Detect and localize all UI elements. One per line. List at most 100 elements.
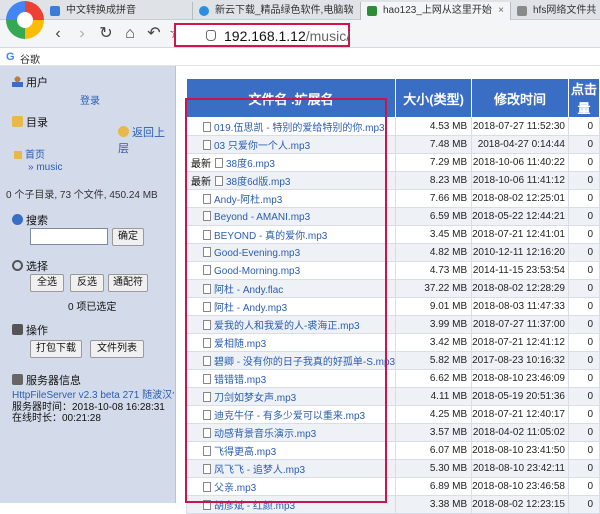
table-row[interactable]: 最新 38度6d版.mp3 8.23 MB 2018-10-06 11:41:12 0 — [185, 171, 600, 190]
file-link[interactable]: Andy-阿杜.mp3 — [214, 195, 282, 206]
file-link[interactable]: 飞得更高.mp3 — [214, 447, 276, 458]
file-hits: 0 — [567, 243, 600, 262]
file-size: 3.99 MB — [395, 315, 473, 334]
file-hits: 0 — [567, 279, 600, 298]
file-size: 4.53 MB — [395, 117, 473, 136]
table-row[interactable]: 03 只爱你一个人.mp3 7.48 MB 2018-04-27 0:14:44 0 — [185, 135, 600, 154]
table-row[interactable]: 刀剑如梦女声.mp3 4.11 MB 2018-05-19 20:51:36 0 — [185, 387, 600, 406]
col-filename[interactable]: 文件名 .扩展名 — [185, 78, 397, 118]
table-row[interactable]: Andy-阿杜.mp3 7.66 MB 2018-08-02 12:25:01 0 — [185, 189, 600, 208]
url-path: /music/ — [305, 28, 351, 44]
wildcard-select-button[interactable]: 通配符 — [108, 274, 148, 292]
file-link[interactable]: 碧卿 - 没有你的日子我真的好孤单-S.mp3 — [214, 357, 395, 368]
file-hits: 0 — [567, 477, 600, 496]
tab-favicon-icon — [367, 6, 377, 16]
file-link[interactable]: 阿杜 - Andy.flac — [214, 285, 283, 296]
login-link[interactable]: 登录 — [80, 92, 100, 107]
bookmark-google[interactable]: 谷歌 — [20, 51, 40, 66]
table-row[interactable]: 爱相随.mp3 3.42 MB 2018-07-21 12:41:12 0 — [185, 333, 600, 352]
pack-download-button[interactable]: 打包下载 — [30, 340, 82, 358]
search-submit-button[interactable]: 确定 — [112, 228, 144, 246]
table-row[interactable]: 胡彦斌 - 红颜.mp3 3.38 MB 2018-08-02 12:23:15 0 — [185, 495, 600, 514]
file-name-cell: 最新 38度6.mp3 — [185, 153, 397, 172]
file-link[interactable]: 03 只爱你一个人.mp3 — [214, 141, 310, 152]
url-field[interactable]: 192.168.1.12/music/ — [174, 23, 350, 47]
file-link[interactable]: Beyond - AMANI.mp3 — [214, 212, 310, 223]
select-section: 选择 — [12, 258, 48, 274]
tab-close-icon[interactable]: × — [348, 2, 354, 20]
select-all-button[interactable]: 全选 — [30, 274, 64, 292]
file-link[interactable]: 爱我的人和我爱的人-裘海正.mp3 — [214, 321, 360, 332]
file-link[interactable]: 38度6d版.mp3 — [226, 177, 290, 188]
file-name-cell: BEYOND - 真的爱你.mp3 — [185, 225, 397, 244]
file-link[interactable]: Good-Morning.mp3 — [214, 266, 300, 277]
file-hits: 0 — [567, 171, 600, 190]
table-row[interactable]: 动感背景音乐演示.mp3 3.57 MB 2018-04-02 11:05:02 0 — [185, 423, 600, 442]
table-row[interactable]: Good-Morning.mp3 4.73 MB 2014-11-15 23:53:… — [185, 261, 600, 280]
tab-1[interactable]: 中文转换成拼音 — [44, 2, 192, 20]
file-modified: 2018-05-19 20:51:36 — [471, 387, 569, 406]
col-size[interactable]: 大小(类型) — [395, 78, 473, 118]
tab-title: hao123_上网从这里开始 — [383, 5, 492, 16]
tab-favicon-icon — [199, 6, 209, 16]
user-title: 用户 — [26, 77, 48, 89]
file-link[interactable]: 阿杜 - Andy.mp3 — [214, 303, 287, 314]
forward-icon[interactable]: › — [72, 24, 92, 44]
file-modified: 2018-10-06 11:41:12 — [471, 171, 569, 190]
file-link[interactable]: 爱相随.mp3 — [214, 339, 266, 350]
home-icon[interactable]: ⌂ — [120, 24, 140, 44]
file-size: 8.23 MB — [395, 171, 473, 190]
invert-selection-button[interactable]: 反选 — [70, 274, 104, 292]
file-link[interactable]: 019.伍思凯 - 特别的爱给特别的你.mp3 — [214, 123, 385, 134]
table-row[interactable]: BEYOND - 真的爱你.mp3 3.45 MB 2018-07-21 12:41… — [185, 225, 600, 244]
breadcrumb-music[interactable]: » music — [28, 162, 62, 173]
file-link[interactable]: 动感背景音乐演示.mp3 — [214, 429, 316, 440]
table-row[interactable]: 碧卿 - 没有你的日子我真的好孤单-S.mp3 5.82 MB 2017-08-23… — [185, 351, 600, 370]
breadcrumb-home[interactable]: 首页 — [14, 146, 45, 161]
file-link[interactable]: 父亲.mp3 — [214, 483, 256, 494]
tab-close-icon[interactable]: × — [498, 2, 504, 20]
table-row[interactable]: 最新 38度6.mp3 7.29 MB 2018-10-06 11:40:22 0 — [185, 153, 600, 172]
file-table: 文件名 .扩展名 大小(类型) 修改时间 点击量 019.伍思凯 - 特别的爱给… — [185, 78, 600, 514]
file-list-button[interactable]: 文件列表 — [90, 340, 144, 358]
go-up-link[interactable]: 返回上层 — [118, 124, 175, 156]
col-hits[interactable]: 点击量 — [567, 78, 600, 118]
table-row[interactable]: 迪克牛仔 - 有多少爱可以重来.mp3 4.25 MB 2018-07-21 12:… — [185, 405, 600, 424]
tab-4[interactable]: hfs网络文件共 — [510, 2, 600, 20]
user-icon — [12, 76, 23, 87]
back-icon[interactable]: ‹ — [48, 24, 68, 44]
tab-2[interactable]: 新云下载_精品绿色软件,电脑软 × — [192, 2, 360, 20]
table-row[interactable]: Good-Evening.mp3 4.82 MB 2010-12-11 12:16:… — [185, 243, 600, 262]
file-link[interactable]: Good-Evening.mp3 — [214, 248, 300, 259]
directory-title: 目录 — [26, 117, 48, 129]
table-row[interactable]: 阿杜 - Andy.flac 37.22 MB 2018-08-02 12:28:2… — [185, 279, 600, 298]
file-link[interactable]: 刀剑如梦女声.mp3 — [214, 393, 296, 404]
file-link[interactable]: 迪克牛仔 - 有多少爱可以重来.mp3 — [214, 411, 365, 422]
file-size: 7.48 MB — [395, 135, 473, 154]
file-modified: 2018-08-10 23:46:09 — [471, 369, 569, 388]
file-icon — [203, 482, 211, 492]
file-name-cell: 阿杜 - Andy.flac — [185, 279, 397, 298]
file-name-cell: 动感背景音乐演示.mp3 — [185, 423, 397, 442]
table-row[interactable]: 父亲.mp3 6.89 MB 2018-08-10 23:46:58 0 — [185, 477, 600, 496]
reload-icon[interactable]: ↻ — [96, 24, 116, 44]
table-row[interactable]: 阿杜 - Andy.mp3 9.01 MB 2018-08-03 11:47:33 0 — [185, 297, 600, 316]
table-row[interactable]: 风飞飞 - 追梦人.mp3 5.30 MB 2018-08-10 23:42:11 0 — [185, 459, 600, 478]
tab-3[interactable]: hao123_上网从这里开始 × — [360, 2, 510, 20]
table-row[interactable]: 爱我的人和我爱的人-裘海正.mp3 3.99 MB 2018-07-27 11:37… — [185, 315, 600, 334]
breadcrumb-home-label: 首页 — [25, 150, 45, 161]
table-row[interactable]: 019.伍思凯 - 特别的爱给特别的你.mp3 4.53 MB 2018-07-27… — [185, 117, 600, 136]
table-row[interactable]: 错错错.mp3 6.62 MB 2018-08-10 23:46:09 0 — [185, 369, 600, 388]
col-modified[interactable]: 修改时间 — [471, 78, 569, 118]
table-row[interactable]: 飞得更高.mp3 6.07 MB 2018-08-10 23:41:50 0 — [185, 441, 600, 460]
file-link[interactable]: 风飞飞 - 追梦人.mp3 — [214, 465, 305, 476]
file-link[interactable]: 错错错.mp3 — [214, 375, 266, 386]
file-modified: 2018-07-21 12:41:12 — [471, 333, 569, 352]
file-hits: 0 — [567, 441, 600, 460]
file-link[interactable]: BEYOND - 真的爱你.mp3 — [214, 231, 327, 242]
undo-icon[interactable]: ↶ — [144, 24, 164, 44]
search-input[interactable] — [30, 228, 108, 245]
file-link[interactable]: 38度6.mp3 — [226, 159, 275, 170]
table-row[interactable]: Beyond - AMANI.mp3 6.59 MB 2018-05-22 12:4… — [185, 207, 600, 226]
file-hits: 0 — [567, 387, 600, 406]
